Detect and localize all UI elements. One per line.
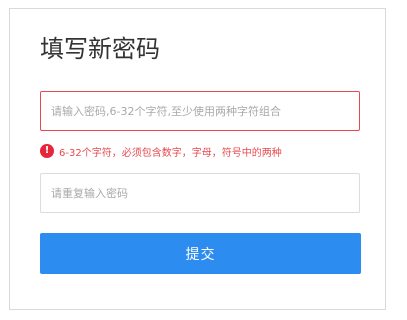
reset-password-card: 填写新密码 ! 6-32个字符，必须包含数字，字母，符号中的两种 提交 [9, 8, 386, 310]
confirm-password-input[interactable] [51, 186, 349, 200]
error-icon: ! [40, 144, 54, 158]
password-error-message: ! 6-32个字符，必须包含数字，字母，符号中的两种 [40, 143, 282, 159]
page-title: 填写新密码 [40, 35, 160, 63]
new-password-input[interactable] [51, 104, 349, 118]
new-password-field[interactable] [40, 91, 360, 131]
password-error-text: 6-32个字符，必须包含数字，字母，符号中的两种 [59, 147, 282, 159]
confirm-password-field[interactable] [40, 173, 360, 213]
submit-button[interactable]: 提交 [40, 233, 361, 274]
